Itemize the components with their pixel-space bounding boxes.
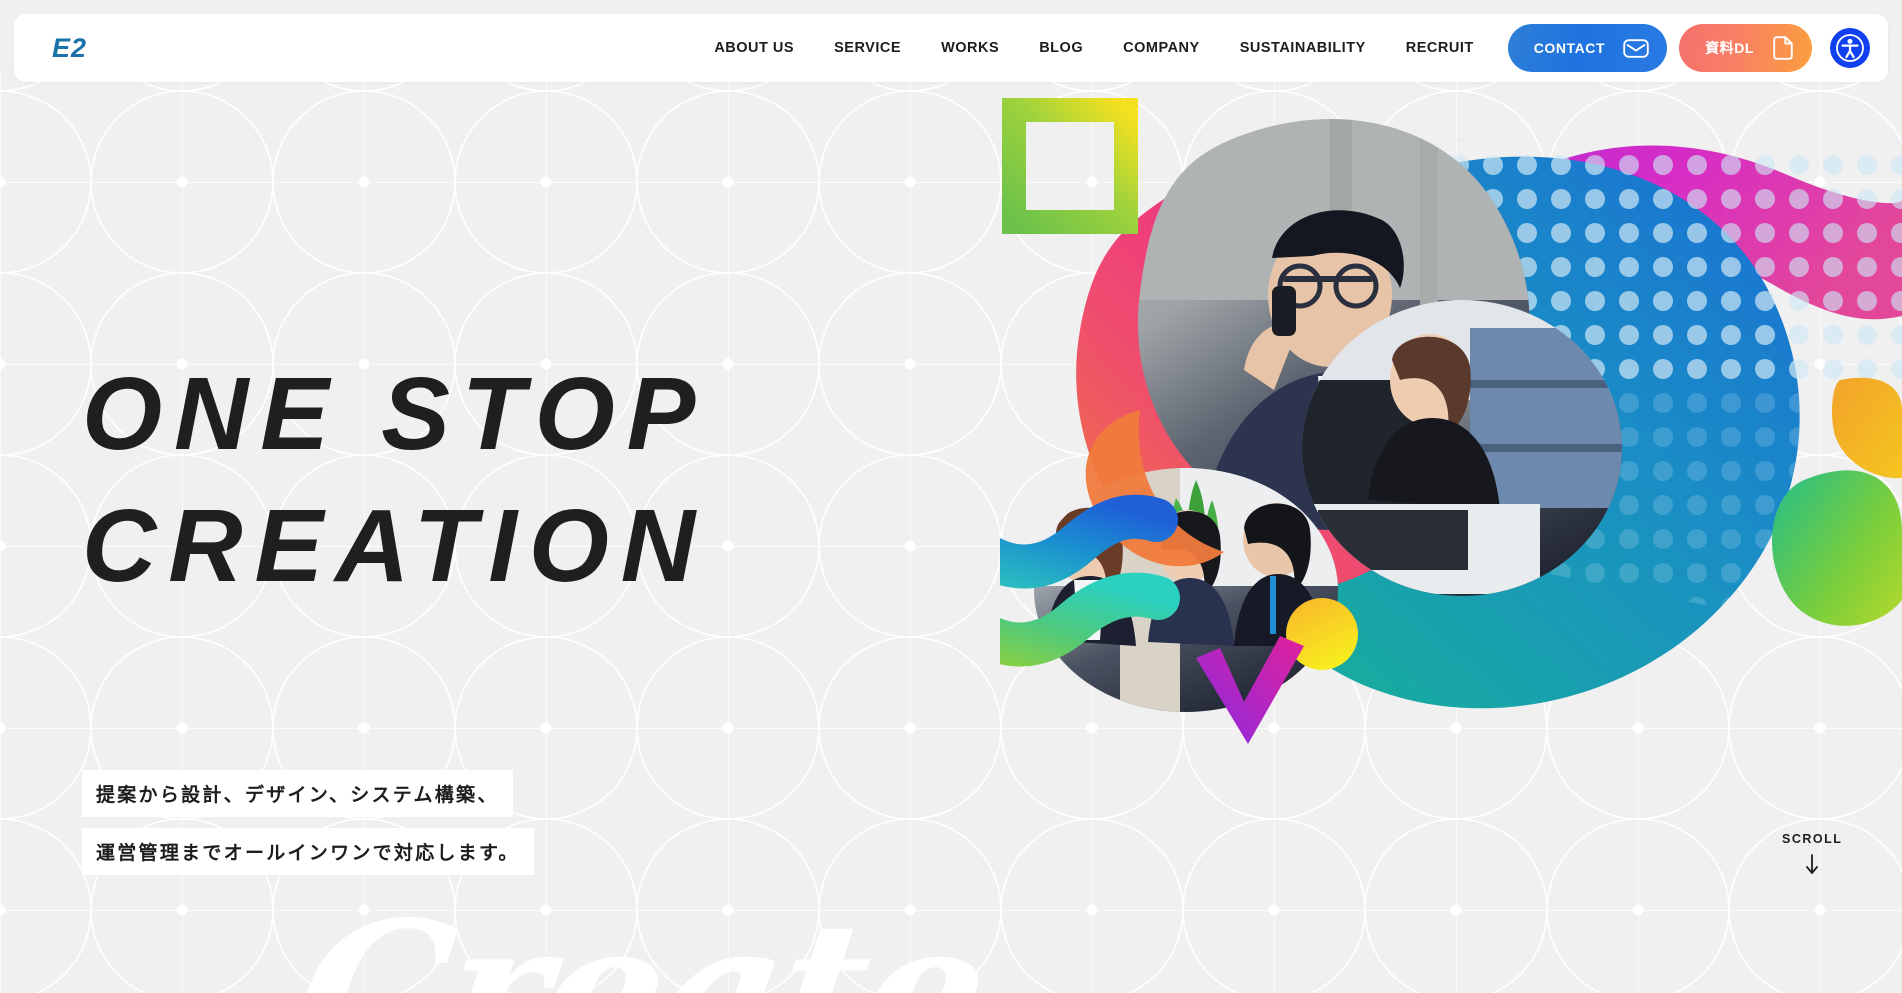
nav-item-works[interactable]: WORKS [921, 14, 1019, 82]
wave-ribbon-blue [1000, 494, 1178, 589]
purple-check-accent [1196, 636, 1304, 744]
nav-item-company[interactable]: COMPANY [1103, 14, 1220, 82]
dot-grid-blue-tint [1402, 156, 1800, 608]
scroll-label: SCROLL [1782, 832, 1843, 846]
hero-title-line-1: ONE STOP [82, 356, 708, 471]
logo-e2-icon: E2 [52, 33, 87, 63]
arrow-down-icon [1806, 854, 1819, 874]
site-logo[interactable]: E2 [50, 33, 116, 63]
svg-text:E2: E2 [52, 33, 87, 63]
page-root: Create ONE STOP CREATION 提案から設計、デザイン、システ… [0, 0, 1902, 993]
green-yellow-square-outline [1002, 98, 1138, 234]
script-watermark: Create [284, 880, 997, 993]
orange-arc-accent [1085, 410, 1224, 567]
nav-item-sustainability[interactable]: SUSTAINABILITY [1220, 14, 1386, 82]
orange-edge-accent [1832, 377, 1902, 479]
document-download-button-label: 資料DL [1705, 40, 1754, 56]
magenta-ribbon-shape [1470, 145, 1902, 321]
scroll-indicator[interactable]: SCROLL [1782, 832, 1842, 876]
document-download-button[interactable]: 資料DL [1679, 24, 1812, 72]
photo-woman-at-desk [1302, 300, 1622, 596]
hero-lead-line-2: 運営管理までオールインワンで対応します。 [82, 828, 534, 875]
dot-grid-overlay [1430, 140, 1902, 390]
nav-item-blog[interactable]: BLOG [1019, 14, 1103, 82]
hero-title-line-2: CREATION [82, 487, 707, 603]
hero-lead-line-1: 提案から設計、デザイン、システム構築、 [82, 770, 513, 817]
accessibility-button[interactable] [1830, 28, 1870, 68]
nav-item-about-us[interactable]: ABOUT US [694, 14, 814, 82]
nav-item-service[interactable]: SERVICE [814, 14, 921, 82]
nav-item-recruit[interactable]: RECRUIT [1386, 14, 1494, 82]
main-navigation: ABOUT US SERVICE WORKS BLOG COMPANY SUST… [694, 14, 1888, 82]
contact-button-label: CONTACT [1533, 40, 1606, 56]
document-icon [1772, 36, 1794, 60]
pink-blob [1076, 136, 1509, 596]
blue-teal-blob [1224, 156, 1800, 709]
hero-lead-line-1-wrap: 提案から設計、デザイン、システム構築、 [82, 770, 513, 817]
hero-title: ONE STOP CREATION [82, 348, 707, 612]
site-header: E2 ABOUT US SERVICE WORKS BLOG COMPANY S… [14, 14, 1888, 82]
photo-three-colleagues [1034, 468, 1338, 712]
accessibility-person-icon [1836, 34, 1864, 62]
contact-button[interactable]: CONTACT [1507, 24, 1668, 72]
green-blob-accent [1772, 470, 1902, 626]
photo-man-on-phone [1137, 119, 1530, 530]
hero-lead-line-2-wrap: 運営管理までオールインワンで対応します。 [82, 828, 534, 875]
hero-illustration [1000, 98, 1902, 744]
envelope-icon [1623, 38, 1649, 58]
wave-ribbon-green [1000, 572, 1180, 667]
yellow-circle-accent [1286, 598, 1358, 670]
